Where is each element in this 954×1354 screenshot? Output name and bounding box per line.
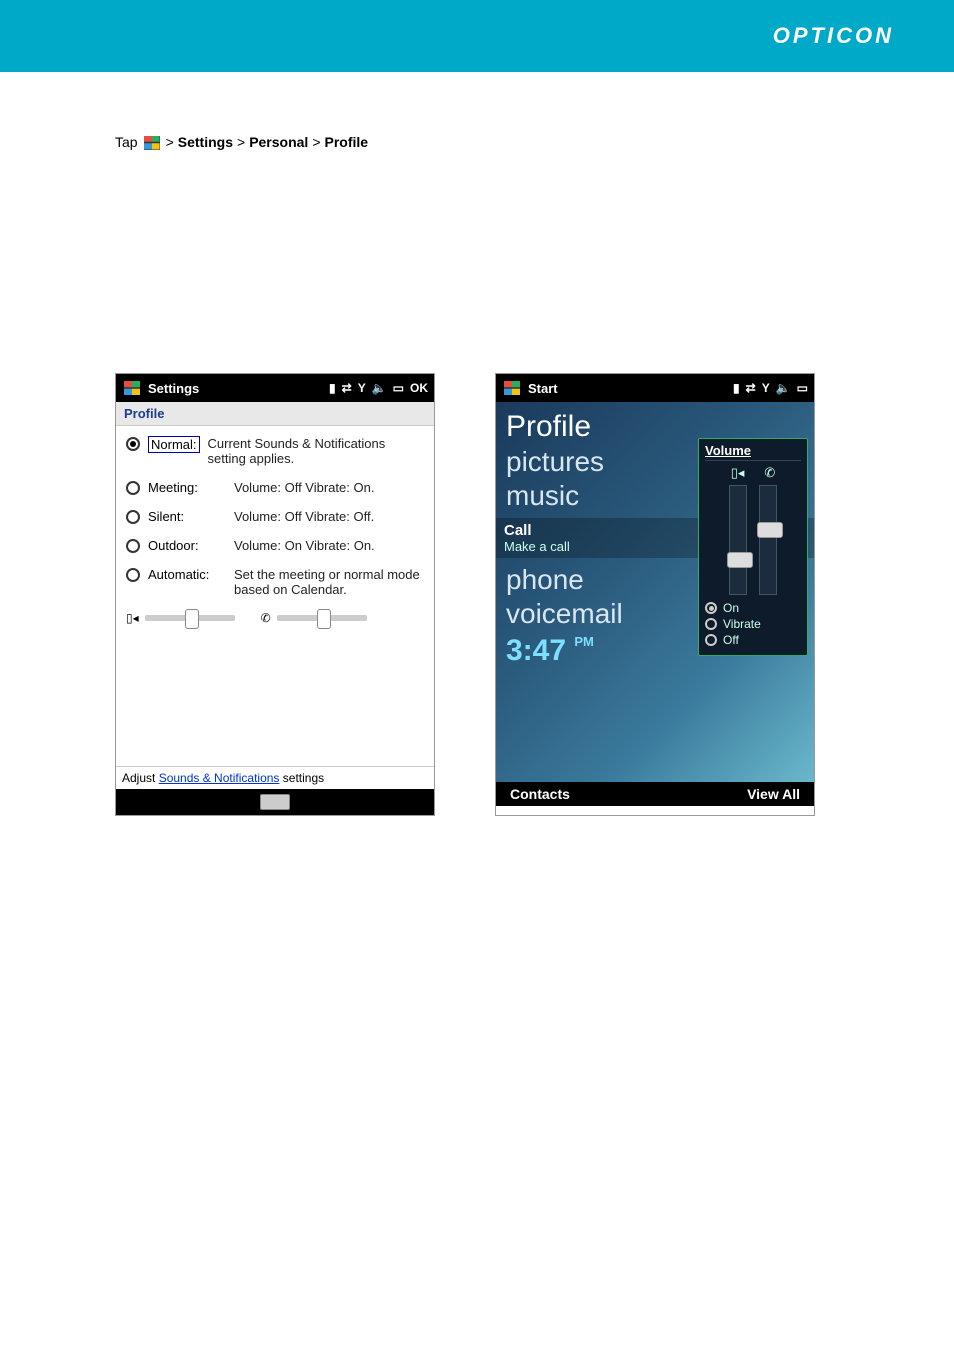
speaker-icon[interactable]: 🔈: [372, 381, 387, 395]
profile-option-outdoor[interactable]: Outdoor: Volume: On Vibrate: On.: [126, 538, 424, 553]
radio-label: Automatic:: [148, 567, 226, 582]
windows-start-icon[interactable]: [504, 381, 520, 395]
radio-icon[interactable]: [126, 437, 140, 451]
sync-icon: ⇄: [342, 381, 352, 395]
radio-icon[interactable]: [126, 539, 140, 553]
clock-suffix: PM: [574, 634, 594, 649]
slider-track[interactable]: [145, 615, 235, 621]
screenshot-settings-profile: Settings ▮ ⇄ Y 🔈 ▭ OK Profile Normal: Cu…: [115, 373, 435, 816]
profile-option-silent[interactable]: Silent: Volume: Off Vibrate: Off.: [126, 509, 424, 524]
profile-option-automatic[interactable]: Automatic: Set the meeting or normal mod…: [126, 567, 424, 597]
softkey-contacts[interactable]: Contacts: [510, 786, 570, 802]
path-profile: Profile: [325, 132, 369, 153]
volume-mode-on[interactable]: On: [705, 601, 801, 615]
page-content: Tap > Settings > Personal > Profile Sett…: [0, 72, 954, 876]
radio-label: Vibrate: [723, 617, 761, 631]
volume-popup: Volume ▯◂ ✆ On: [698, 438, 808, 656]
volume-popup-sliders: [705, 485, 801, 595]
device-icon: ▯◂: [731, 465, 745, 481]
clock-time: 3:47: [506, 634, 566, 667]
volume-mode-off[interactable]: Off: [705, 633, 801, 647]
slider-track[interactable]: [277, 615, 367, 621]
phone-volume-slider[interactable]: ✆: [261, 611, 367, 625]
radio-description: Current Sounds & Notifications setting a…: [208, 436, 424, 466]
arrow-separator: >: [166, 132, 174, 153]
arrow-separator: >: [312, 132, 320, 153]
radio-label: Off: [723, 633, 739, 647]
arrow-separator: >: [237, 132, 245, 153]
path-settings: Settings: [178, 132, 233, 153]
page-header: OPTICON: [0, 0, 954, 72]
antenna-icon: Y: [358, 381, 366, 395]
radio-description: Set the meeting or normal mode based on …: [234, 567, 424, 597]
radio-icon[interactable]: [705, 634, 717, 646]
status-bar: Start ▮ ⇄ Y 🔈 ▭: [496, 374, 814, 402]
radio-description: Volume: On Vibrate: On.: [234, 538, 424, 553]
volume-mode-vibrate[interactable]: Vibrate: [705, 617, 801, 631]
screenshots-row: Settings ▮ ⇄ Y 🔈 ▭ OK Profile Normal: Cu…: [115, 373, 839, 816]
volume-popup-icons: ▯◂ ✆: [705, 465, 801, 481]
status-icons: ▮ ⇄ Y 🔈 ▭ OK: [329, 381, 428, 395]
profile-option-normal[interactable]: Normal: Current Sounds & Notifications s…: [126, 436, 424, 466]
profile-option-meeting[interactable]: Meeting: Volume: Off Vibrate: On.: [126, 480, 424, 495]
navigation-path-text: Tap > Settings > Personal > Profile: [115, 132, 839, 153]
phone-icon: ✆: [261, 611, 271, 625]
status-title: Start: [528, 381, 558, 396]
phone-icon: ✆: [764, 465, 775, 481]
windows-start-icon: [144, 136, 160, 150]
footer-link-row: Adjust Sounds & Notifications settings: [116, 766, 434, 789]
radio-label: On: [723, 601, 739, 615]
radio-description: Volume: Off Vibrate: Off.: [234, 509, 424, 524]
radio-icon[interactable]: [705, 602, 717, 614]
keyboard-icon[interactable]: [260, 794, 290, 810]
screenshot-start-volume: Start ▮ ⇄ Y 🔈 ▭ Profile pictures music C…: [495, 373, 815, 816]
device-icon: ▯◂: [126, 611, 139, 625]
volume-popup-title: Volume: [705, 443, 801, 461]
profile-body: Normal: Current Sounds & Notifications s…: [116, 426, 434, 766]
sync-icon: ⇄: [746, 381, 756, 395]
signal-icon: ▮: [733, 381, 740, 395]
antenna-icon: Y: [762, 381, 770, 395]
ok-button[interactable]: OK: [410, 381, 428, 395]
footer-post: settings: [283, 771, 324, 785]
battery-icon: ▭: [797, 381, 808, 395]
ringer-volume-slider[interactable]: [759, 485, 777, 595]
instruction-tap: Tap: [115, 132, 138, 153]
softkey-view-all[interactable]: View All: [747, 786, 800, 802]
status-bar: Settings ▮ ⇄ Y 🔈 ▭ OK: [116, 374, 434, 402]
windows-start-icon[interactable]: [124, 381, 140, 395]
radio-label: Meeting:: [148, 480, 226, 495]
path-personal: Personal: [249, 132, 308, 153]
sounds-notifications-link[interactable]: Sounds & Notifications: [159, 771, 280, 785]
bottom-bar: [116, 789, 434, 815]
section-title: Profile: [116, 402, 434, 426]
radio-label: Silent:: [148, 509, 226, 524]
brand-logo: OPTICON: [773, 23, 894, 49]
status-title: Settings: [148, 381, 199, 396]
status-icons: ▮ ⇄ Y 🔈 ▭: [733, 381, 808, 395]
softkey-bar: Contacts View All: [496, 782, 814, 806]
radio-label: Outdoor:: [148, 538, 226, 553]
device-volume-slider[interactable]: [729, 485, 747, 595]
radio-description: Volume: Off Vibrate: On.: [234, 480, 424, 495]
speaker-icon[interactable]: 🔈: [776, 381, 791, 395]
radio-label: Normal:: [148, 436, 200, 453]
footer-pre: Adjust: [122, 771, 159, 785]
battery-icon: ▭: [393, 381, 404, 395]
volume-sliders-row: ▯◂ ✆: [126, 611, 424, 625]
radio-icon[interactable]: [705, 618, 717, 630]
radio-icon[interactable]: [126, 510, 140, 524]
device-volume-slider[interactable]: ▯◂: [126, 611, 235, 625]
signal-icon: ▮: [329, 381, 336, 395]
radio-icon[interactable]: [126, 568, 140, 582]
volume-mode-options: On Vibrate Off: [705, 601, 801, 647]
today-screen: Profile pictures music Call Make a call …: [496, 402, 814, 782]
radio-icon[interactable]: [126, 481, 140, 495]
